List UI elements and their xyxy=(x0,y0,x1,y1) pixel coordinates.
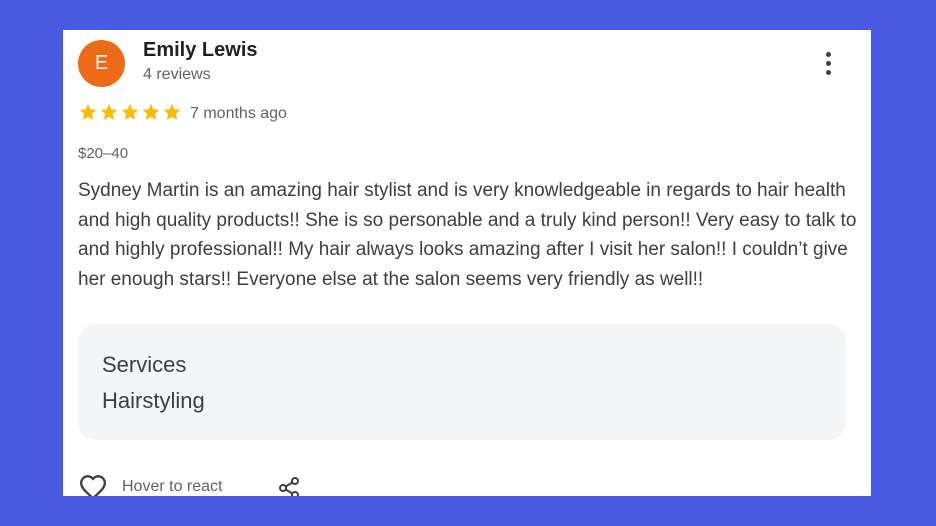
star-icon xyxy=(121,103,139,120)
react-label: Hover to react xyxy=(122,478,223,495)
heart-outline-icon xyxy=(79,475,107,496)
share-button[interactable] xyxy=(277,476,301,496)
price-range: $20–40 xyxy=(78,145,129,162)
more-vert-icon xyxy=(825,51,831,57)
star-rating xyxy=(78,102,182,122)
star-icon xyxy=(79,103,97,120)
star-icon xyxy=(163,103,181,120)
services-label: Services xyxy=(102,352,187,377)
review-card: E Emily Lewis 4 reviews 7 months ago $20… xyxy=(63,30,871,496)
review-time: 7 months ago xyxy=(190,105,287,122)
more-vert-icon-dot xyxy=(825,60,831,66)
more-vert-icon-dot xyxy=(825,69,831,75)
star-icon xyxy=(100,103,118,120)
more-options-button[interactable] xyxy=(813,48,843,78)
services-box: Services Hairstyling xyxy=(78,324,846,440)
avatar[interactable]: E xyxy=(78,40,125,87)
star-icon xyxy=(142,103,160,120)
services-value: Hairstyling xyxy=(102,388,205,413)
author-name[interactable]: Emily Lewis xyxy=(143,39,258,62)
share-icon xyxy=(279,477,299,496)
avatar-letter: E xyxy=(94,52,109,74)
review-text: Sydney Martin is an amazing hair stylist… xyxy=(78,180,857,290)
react-button[interactable]: Hover to react xyxy=(78,474,222,496)
author-review-count: 4 reviews xyxy=(143,66,211,83)
